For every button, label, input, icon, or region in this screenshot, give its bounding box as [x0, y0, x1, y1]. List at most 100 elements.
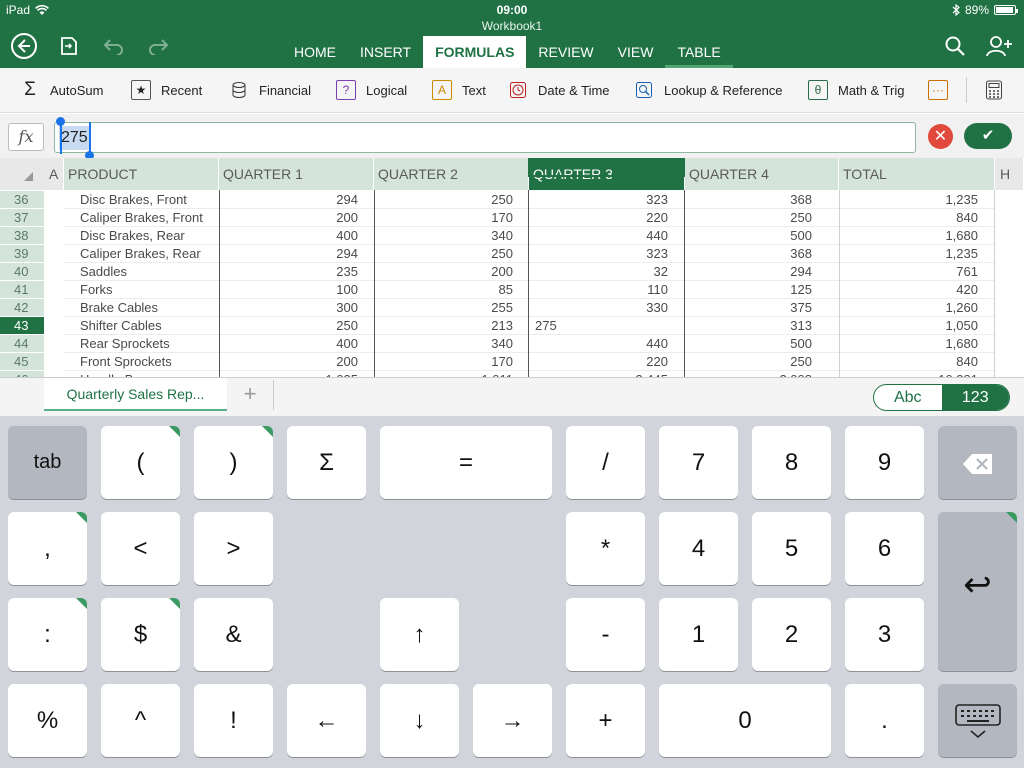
- key-hide-keyboard[interactable]: [938, 684, 1017, 757]
- table-cell[interactable]: 1,235: [839, 191, 984, 209]
- confirm-button[interactable]: ✔: [964, 123, 1012, 149]
- table-cell[interactable]: 300: [219, 299, 364, 317]
- search-button[interactable]: [940, 31, 970, 61]
- key-9[interactable]: 9: [845, 426, 924, 499]
- table-cell[interactable]: 220: [529, 353, 674, 371]
- key-equals[interactable]: =: [380, 426, 552, 499]
- table-cell[interactable]: 32: [529, 263, 674, 281]
- table-cell[interactable]: 400: [219, 335, 364, 353]
- column-header-quarter4[interactable]: QUARTER 4: [685, 158, 839, 190]
- table-cell[interactable]: Brake Cables: [74, 299, 219, 317]
- table-cell[interactable]: 250: [374, 245, 519, 263]
- undo-button[interactable]: [99, 31, 129, 61]
- row-header[interactable]: 38: [0, 227, 44, 245]
- table-cell[interactable]: 400: [219, 227, 364, 245]
- table-cell[interactable]: 840: [839, 209, 984, 227]
- table-cell[interactable]: 368: [685, 191, 818, 209]
- key-left-paren[interactable]: (: [101, 426, 180, 499]
- table-cell[interactable]: Saddles: [74, 263, 219, 281]
- key-minus[interactable]: -: [566, 598, 645, 671]
- table-cell[interactable]: 100: [219, 281, 364, 299]
- tab-review[interactable]: REVIEW: [526, 36, 605, 68]
- key-right-paren[interactable]: ): [194, 426, 273, 499]
- table-cell[interactable]: 294: [219, 191, 364, 209]
- table-cell[interactable]: 1,235: [839, 245, 984, 263]
- key-arrow-left[interactable]: ←: [287, 684, 366, 757]
- table-cell[interactable]: 375: [685, 299, 818, 317]
- table-cell[interactable]: Caliper Brakes, Rear: [74, 245, 219, 263]
- text-button[interactable]: A Text: [432, 79, 486, 101]
- table-cell[interactable]: 1,050: [839, 317, 984, 335]
- spreadsheet-grid[interactable]: A PRODUCT QUARTER 1 QUARTER 2 QUARTER 3 …: [0, 158, 1024, 377]
- sheet-tab-quarterly-sales[interactable]: Quarterly Sales Rep...: [44, 378, 227, 411]
- row-header[interactable]: 44: [0, 335, 44, 353]
- selection-handle-top[interactable]: [56, 117, 65, 126]
- more-functions-button[interactable]: ···: [928, 79, 958, 101]
- row-header[interactable]: 40: [0, 263, 44, 281]
- table-cell[interactable]: 420: [839, 281, 984, 299]
- table-cell[interactable]: 340: [374, 335, 519, 353]
- table-cell[interactable]: 170: [374, 353, 519, 371]
- share-button[interactable]: [985, 31, 1015, 61]
- table-cell[interactable]: 313: [685, 317, 818, 335]
- key-4[interactable]: 4: [659, 512, 738, 585]
- table-cell[interactable]: Disc Brakes, Front: [74, 191, 219, 209]
- table-cell[interactable]: 1,260: [839, 299, 984, 317]
- table-cell[interactable]: Front Sprockets: [74, 353, 219, 371]
- column-header-quarter1[interactable]: QUARTER 1: [219, 158, 374, 190]
- table-cell[interactable]: 323: [529, 245, 674, 263]
- table-cell[interactable]: Forks: [74, 281, 219, 299]
- key-decimal[interactable]: .: [845, 684, 924, 757]
- table-cell[interactable]: 294: [685, 263, 818, 281]
- table-cell[interactable]: 220: [529, 209, 674, 227]
- selection-start-handle[interactable]: [60, 123, 62, 154]
- formula-input[interactable]: 275: [54, 122, 916, 154]
- autosum-button[interactable]: Σ AutoSum: [20, 79, 103, 101]
- keyboard-123-button[interactable]: 123: [941, 385, 1009, 410]
- key-comma[interactable]: ,: [8, 512, 87, 585]
- cancel-button[interactable]: ✕: [928, 124, 953, 149]
- tab-insert[interactable]: INSERT: [348, 36, 423, 68]
- add-sheet-button[interactable]: +: [238, 382, 262, 406]
- active-cell[interactable]: 275: [529, 317, 674, 335]
- table-cell[interactable]: 1,680: [839, 335, 984, 353]
- table-cell[interactable]: 323: [529, 191, 674, 209]
- table-cell[interactable]: 250: [374, 191, 519, 209]
- tab-home[interactable]: HOME: [282, 36, 348, 68]
- lookup-button[interactable]: Lookup & Reference: [634, 79, 783, 101]
- recent-button[interactable]: ★ Recent: [131, 79, 202, 101]
- table-cell[interactable]: 125: [685, 281, 818, 299]
- table-cell[interactable]: 330: [529, 299, 674, 317]
- key-caret[interactable]: ^: [101, 684, 180, 757]
- tab-formulas[interactable]: FORMULAS: [423, 36, 527, 68]
- key-less-than[interactable]: <: [101, 512, 180, 585]
- file-sync-button[interactable]: [53, 31, 83, 61]
- table-cell[interactable]: 500: [685, 335, 818, 353]
- key-1[interactable]: 1: [659, 598, 738, 671]
- table-cell[interactable]: 250: [685, 209, 818, 227]
- table-cell[interactable]: 200: [374, 263, 519, 281]
- table-cell[interactable]: 500: [685, 227, 818, 245]
- table-cell[interactable]: 255: [374, 299, 519, 317]
- key-ampersand[interactable]: &: [194, 598, 273, 671]
- table-cell[interactable]: Caliper Brakes, Front: [74, 209, 219, 227]
- table-cell[interactable]: Shifter Cables: [74, 317, 219, 335]
- key-0[interactable]: 0: [659, 684, 831, 757]
- tab-table[interactable]: TABLE: [665, 36, 733, 68]
- row-header[interactable]: 36: [0, 191, 44, 209]
- key-exclamation[interactable]: !: [194, 684, 273, 757]
- table-cell[interactable]: 200: [219, 353, 364, 371]
- key-3[interactable]: 3: [845, 598, 924, 671]
- datetime-button[interactable]: Date & Time: [508, 79, 610, 101]
- key-arrow-down[interactable]: ↓: [380, 684, 459, 757]
- row-header[interactable]: 43: [0, 317, 44, 335]
- key-asterisk[interactable]: *: [566, 512, 645, 585]
- key-8[interactable]: 8: [752, 426, 831, 499]
- tab-view[interactable]: VIEW: [606, 36, 666, 68]
- keyboard-abc-button[interactable]: Abc: [874, 385, 942, 410]
- key-plus[interactable]: +: [566, 684, 645, 757]
- table-cell[interactable]: 294: [219, 245, 364, 263]
- table-cell[interactable]: 761: [839, 263, 984, 281]
- row-header[interactable]: 42: [0, 299, 44, 317]
- table-cell[interactable]: 250: [685, 353, 818, 371]
